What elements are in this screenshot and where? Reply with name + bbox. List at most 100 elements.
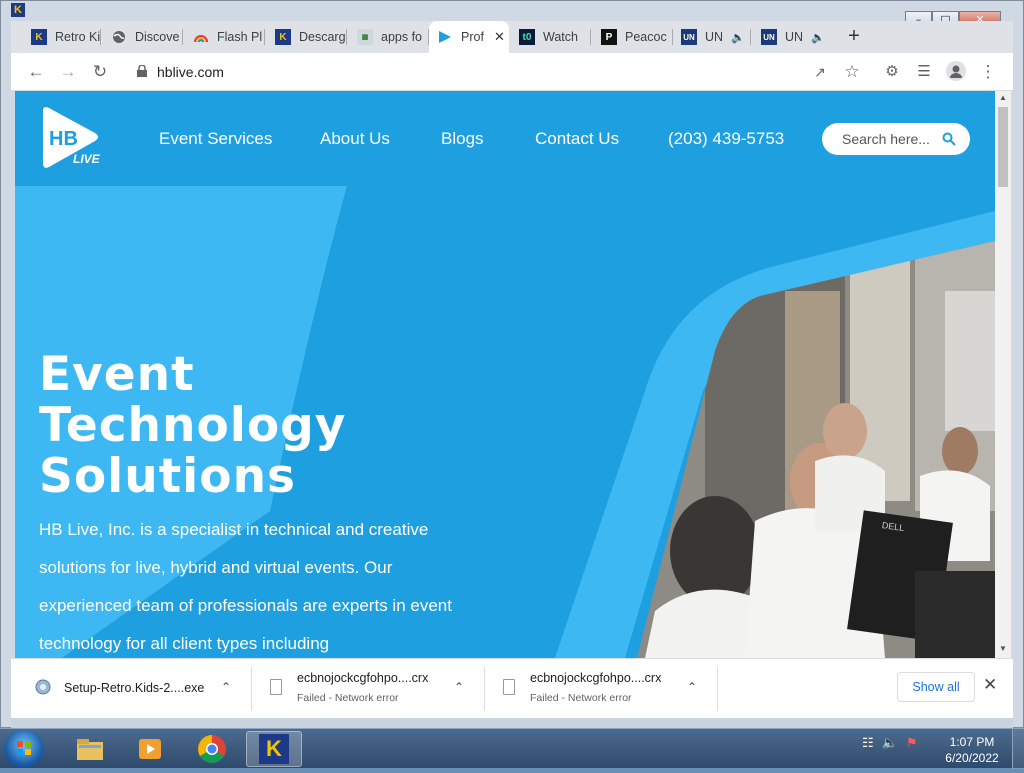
taskbar-file-explorer[interactable] <box>62 731 118 767</box>
hero-title-line: Solutions <box>39 449 297 504</box>
retro-kids-icon: K <box>275 29 291 45</box>
search-icon[interactable] <box>942 132 956 146</box>
download-status: Failed - Network error <box>530 692 632 704</box>
nav-event-services[interactable]: Event Services <box>159 129 272 149</box>
bookmark-star-icon[interactable]: ☆ <box>841 61 863 83</box>
tab-title: UN <box>705 30 724 44</box>
close-icon[interactable]: ✕ <box>494 29 505 45</box>
tab-descargar[interactable]: K Descarg <box>267 21 347 53</box>
file-icon <box>503 679 515 695</box>
menu-kebab-icon[interactable]: ⋮ <box>977 61 999 83</box>
hb-live-logo[interactable]: HB LIVE <box>39 105 105 173</box>
download-item[interactable]: ecbnojockcgfohpo....crx Failed - Network… <box>485 659 717 719</box>
browser-window: K – □ ✕ K Retro Ki Discove Flash Pl K De… <box>0 0 1024 728</box>
reload-icon[interactable]: ↻ <box>89 61 111 83</box>
nav-about-us[interactable]: About Us <box>320 129 390 149</box>
logo-text: HB <box>49 128 78 150</box>
apps-icon: ▦ <box>357 29 373 45</box>
scroll-up-arrow-icon[interactable]: ▲ <box>998 93 1008 102</box>
tab-title: Peacoc <box>625 30 667 44</box>
close-icon[interactable]: ✕ <box>983 675 997 695</box>
file-icon <box>270 679 282 695</box>
tab-discover[interactable]: Discove <box>103 21 183 53</box>
folder-icon <box>77 739 103 760</box>
peacock-icon: P <box>601 29 617 45</box>
tab-title: UN <box>785 30 804 44</box>
hero-title: Event Technology Solutions <box>39 349 439 502</box>
nav-blogs[interactable]: Blogs <box>441 129 484 149</box>
download-item[interactable]: ecbnojockcgfohpo....crx Failed - Network… <box>252 659 484 719</box>
speaker-icon[interactable]: 🔈 <box>731 31 745 44</box>
hb-live-icon <box>437 29 453 45</box>
profile-avatar-icon[interactable] <box>945 61 967 83</box>
tab-flash-player[interactable]: Flash Pl <box>185 21 265 53</box>
taskbar-chrome[interactable] <box>184 731 240 767</box>
speaker-icon[interactable]: 🔈 <box>811 31 825 44</box>
address-bar[interactable]: hblive.com <box>127 57 867 87</box>
downloads-bar: Setup-Retro.Kids-2....exe ⌃ ecbnojockcgf… <box>11 658 1013 718</box>
tab-hb-live[interactable]: Prof ✕ <box>429 21 509 53</box>
nav-phone-number[interactable]: (203) 439-5753 <box>668 129 784 149</box>
window-bottom-edge <box>11 718 1013 728</box>
installer-file-icon <box>35 679 51 695</box>
tab-watch[interactable]: t0 Watch <box>511 21 591 53</box>
chevron-up-icon[interactable]: ⌃ <box>687 680 697 694</box>
scroll-down-arrow-icon[interactable]: ▼ <box>998 644 1008 653</box>
tab-title: Discove <box>135 30 180 44</box>
start-button[interactable] <box>4 730 44 768</box>
volume-icon[interactable]: 🔈 <box>882 735 898 751</box>
tab-peacock[interactable]: P Peacoc <box>593 21 673 53</box>
media-player-icon <box>139 739 161 759</box>
taskbar-retro-kids[interactable]: K <box>246 731 302 767</box>
taskbar: K ☷ 🔈 ⚑ 1:07 PM 6/20/2022 <box>0 728 1024 769</box>
forward-arrow-icon[interactable]: → <box>57 61 79 83</box>
lock-icon <box>137 65 147 77</box>
nav-contact-us[interactable]: Contact Us <box>535 129 619 149</box>
download-filename: Setup-Retro.Kids-2....exe <box>64 681 205 695</box>
download-filename: ecbnojockcgfohpo....crx <box>530 671 662 685</box>
tab-title: Retro Ki <box>55 30 101 44</box>
download-status: Failed - Network error <box>297 692 399 704</box>
new-tab-plus-icon[interactable]: + <box>843 26 865 48</box>
tab-title: Prof <box>461 30 484 44</box>
tab-apps[interactable]: ▦ apps fo <box>349 21 429 53</box>
logo-subtext: LIVE <box>73 152 101 166</box>
taskbar-clock[interactable]: 1:07 PM 6/20/2022 <box>940 734 1004 766</box>
scroll-thumb[interactable] <box>998 107 1008 187</box>
tab-un-2[interactable]: UN UN 🔈 <box>753 21 833 53</box>
tab-un-1[interactable]: UN UN 🔈 <box>673 21 751 53</box>
network-icon[interactable]: ☷ <box>862 735 874 751</box>
media-control-icon[interactable]: ☰ <box>913 61 935 83</box>
download-filename: ecbnojockcgfohpo....crx <box>297 671 429 685</box>
system-tray: ☷ 🔈 ⚑ <box>862 735 918 751</box>
tab-title: Watch <box>543 30 578 44</box>
chevron-up-icon[interactable]: ⌃ <box>221 680 231 694</box>
chrome-icon <box>198 735 226 763</box>
show-desktop-button[interactable] <box>1012 729 1024 769</box>
extensions-puzzle-icon[interactable]: ⚙ <box>881 61 903 83</box>
browser-toolbar: ← → ↻ hblive.com ↗ ☆ ⚙ ☰ ⋮ <box>11 53 1013 91</box>
tab-retro-kids[interactable]: K Retro Ki <box>23 21 101 53</box>
un-icon: UN <box>681 29 697 45</box>
search-placeholder: Search here... <box>842 131 930 147</box>
share-icon[interactable]: ↗ <box>809 61 831 83</box>
un-icon: UN <box>761 29 777 45</box>
page-scrollbar[interactable]: ▲ ▼ <box>995 91 1011 658</box>
show-all-button[interactable]: Show all <box>897 672 975 702</box>
taskbar-media-player[interactable] <box>122 731 178 767</box>
page-viewport: DELL HB LIVE Event Services About Us Blo… <box>15 91 995 658</box>
tab-title: Flash Pl <box>217 30 263 44</box>
chevron-up-icon[interactable]: ⌃ <box>454 680 464 694</box>
back-arrow-icon[interactable]: ← <box>25 61 47 83</box>
retro-kids-app-icon: K <box>11 3 25 17</box>
clock-time: 1:07 PM <box>949 735 995 749</box>
title-bar[interactable]: K – □ ✕ <box>1 1 1023 28</box>
site-search-input[interactable]: Search here... <box>822 123 970 155</box>
hero-title-line: Event <box>39 347 195 402</box>
hero-description: HB Live, Inc. is a specialist in technic… <box>39 520 452 653</box>
retro-kids-icon: K <box>259 734 289 764</box>
globe-icon <box>111 29 127 45</box>
action-center-icon[interactable]: ⚑ <box>906 735 918 751</box>
rainbow-icon <box>193 29 209 45</box>
download-item[interactable]: Setup-Retro.Kids-2....exe ⌃ <box>11 659 251 719</box>
